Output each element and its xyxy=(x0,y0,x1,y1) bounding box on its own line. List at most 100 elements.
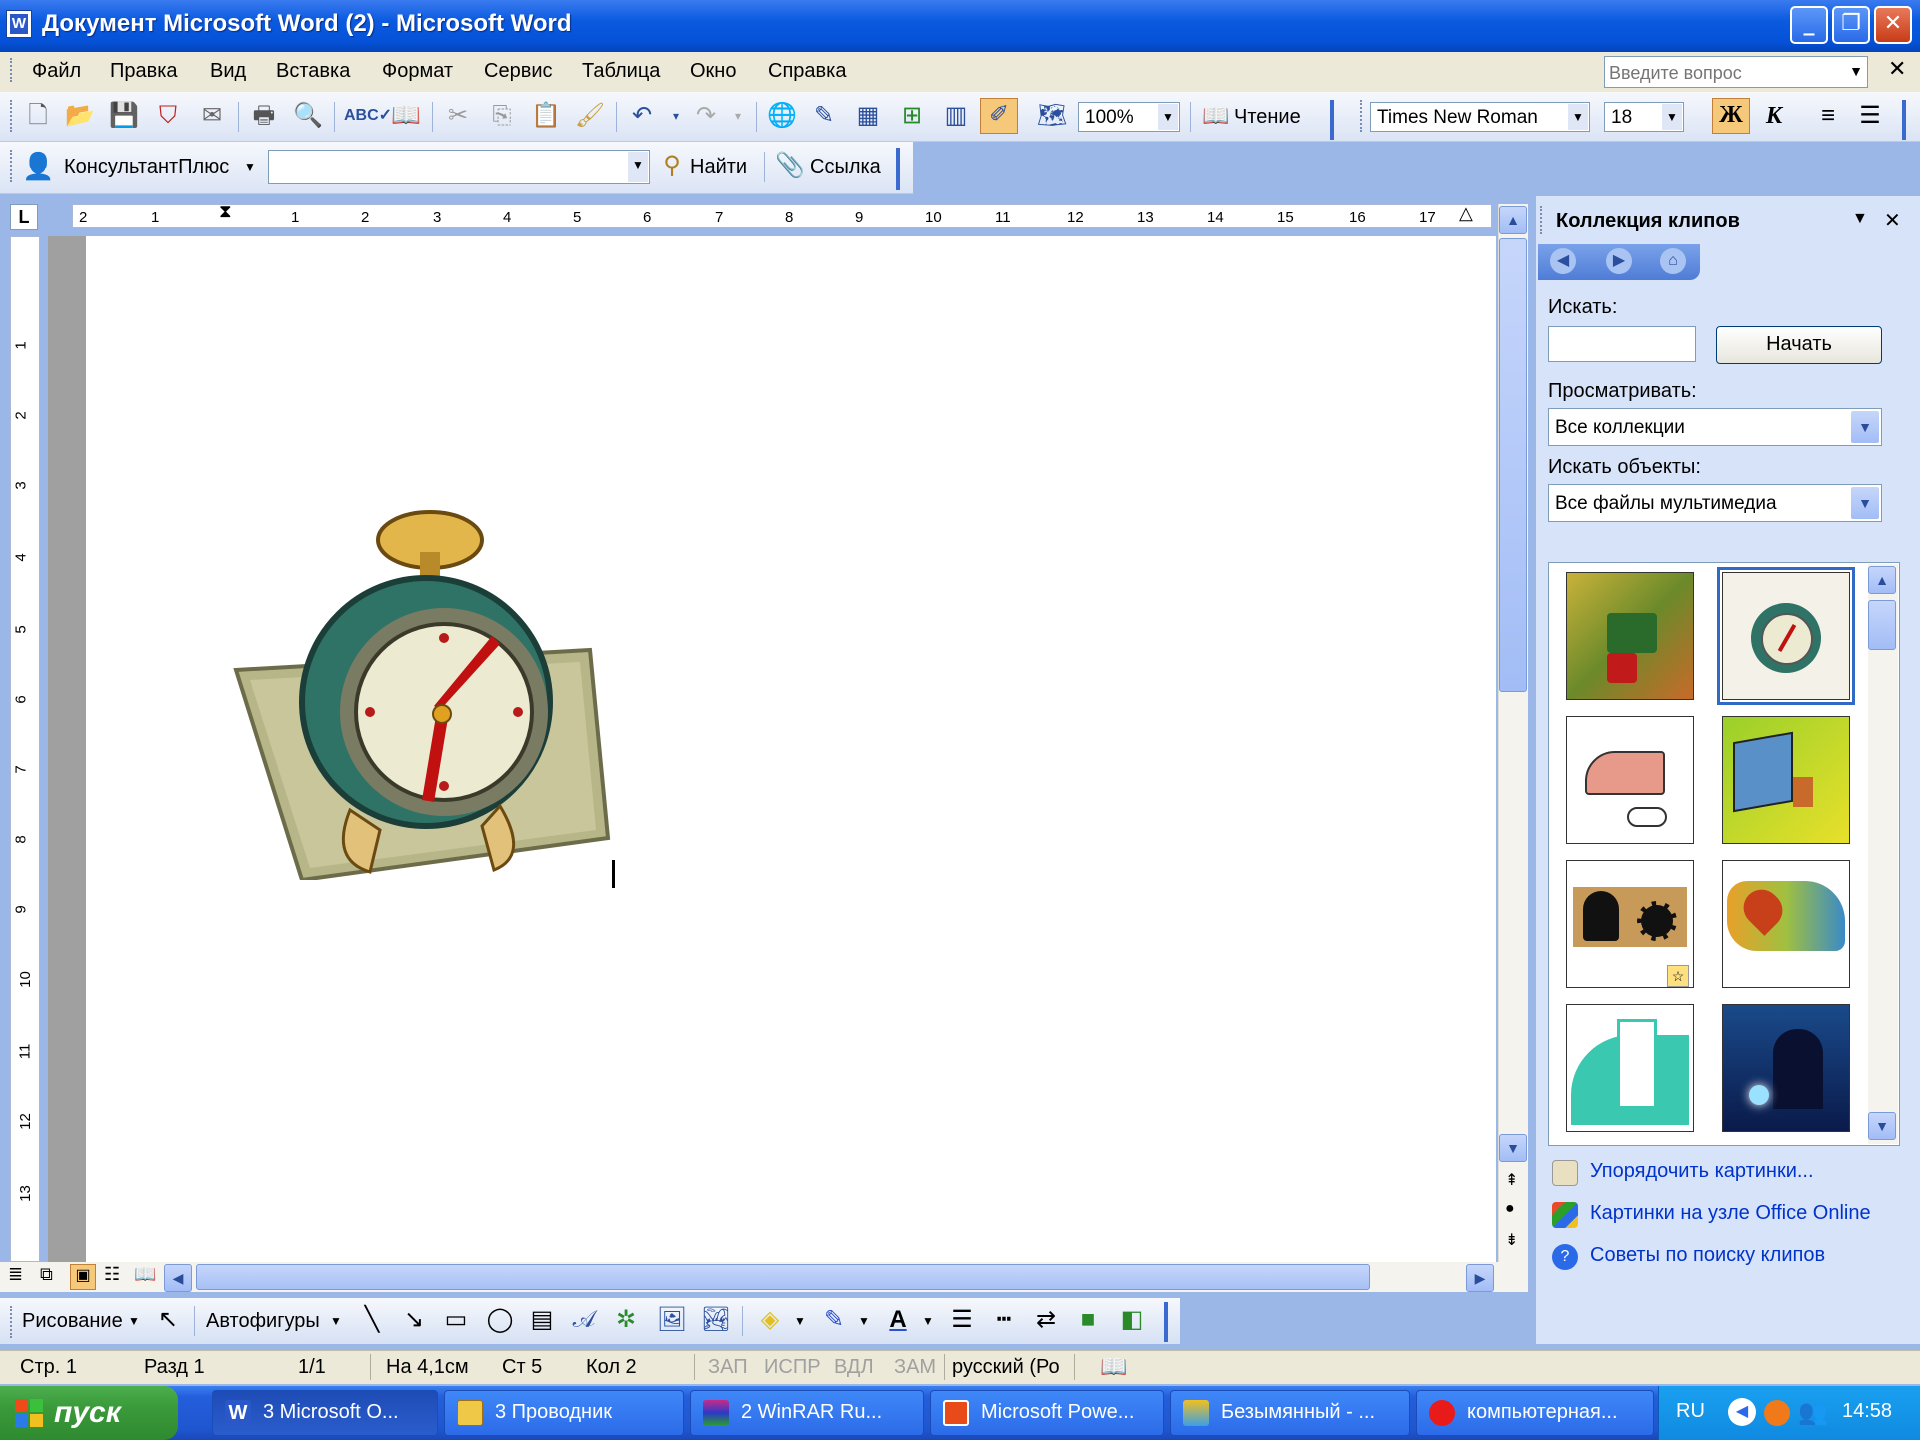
consultant-search-select[interactable]: ▼ xyxy=(268,150,650,184)
collections-select[interactable]: Все коллекции ▼ xyxy=(1548,408,1882,446)
chevron-down-icon[interactable]: ▼ xyxy=(1568,104,1588,130)
tables-borders-icon[interactable]: ✎ xyxy=(808,100,840,132)
menu-window[interactable]: Окно xyxy=(690,60,736,83)
vertical-ruler[interactable]: 1 2 3 4 5 6 7 8 9 10 11 12 13 xyxy=(10,236,40,1262)
save-icon[interactable]: 💾 xyxy=(108,100,140,132)
scroll-up-icon[interactable]: ▲ xyxy=(1499,206,1527,234)
arrow-icon[interactable]: ↘ xyxy=(398,1304,430,1336)
columns-icon[interactable]: ▥ xyxy=(940,100,972,132)
status-language[interactable]: русский (Ро xyxy=(952,1356,1060,1379)
chevron-down-icon[interactable]: ▼ xyxy=(128,1314,140,1328)
print-icon[interactable]: 🖶 xyxy=(248,100,280,132)
horizontal-ruler[interactable]: 2 1 ⧗ 1 2 3 4 5 6 7 8 9 10 11 12 13 14 1… xyxy=(72,201,1492,228)
start-search-button[interactable]: Начать xyxy=(1716,326,1882,364)
chevron-down-icon[interactable]: ▼ xyxy=(330,1314,342,1328)
clipart-result-building[interactable] xyxy=(1566,1004,1694,1132)
consultant-menu[interactable]: КонсультантПлюс xyxy=(64,156,229,179)
format-painter-icon[interactable]: 🖌 xyxy=(574,100,606,132)
undo-dropdown-icon[interactable]: ▾ xyxy=(660,100,692,132)
scroll-left-icon[interactable]: ◀ xyxy=(164,1264,192,1292)
document-page[interactable] xyxy=(86,236,1496,1262)
line-icon[interactable]: ╲ xyxy=(356,1304,388,1336)
organize-clips-label[interactable]: Упорядочить картинки... xyxy=(1590,1160,1814,1182)
horizontal-scroll-thumb[interactable] xyxy=(196,1264,1370,1290)
3d-style-icon[interactable]: ◧ xyxy=(1116,1304,1148,1336)
organize-clips-link[interactable]: Упорядочить картинки... xyxy=(1552,1160,1814,1186)
ask-question-box[interactable]: ▼ xyxy=(1604,56,1868,88)
vertical-scroll-thumb[interactable] xyxy=(1499,238,1527,692)
close-document-icon[interactable]: ✕ xyxy=(1888,56,1906,82)
zoom-select[interactable]: 100% ▼ xyxy=(1078,102,1180,132)
chevron-down-icon[interactable]: ▼ xyxy=(1662,104,1682,130)
clipart-result-iron[interactable] xyxy=(1566,716,1694,844)
media-type-select[interactable]: Все файлы мультимедиа ▼ xyxy=(1548,484,1882,522)
toolbar-options[interactable] xyxy=(1164,1302,1172,1342)
italic-button[interactable]: К xyxy=(1758,100,1790,132)
ask-question-input[interactable] xyxy=(1609,61,1833,85)
link-button[interactable]: Ссылка xyxy=(810,156,881,179)
normal-view-icon[interactable]: ≣ xyxy=(8,1264,23,1285)
font-size-select[interactable]: 18 ▼ xyxy=(1604,102,1684,132)
home-icon[interactable]: ⌂ xyxy=(1660,248,1686,274)
text-box-icon[interactable]: ▤ xyxy=(526,1304,558,1336)
line-style-icon[interactable]: ☰ xyxy=(946,1304,978,1336)
clipart-result-gears[interactable]: ☆ xyxy=(1566,860,1694,988)
justify-icon[interactable]: ☰ xyxy=(1854,100,1886,132)
clipart-result-welder[interactable] xyxy=(1722,1004,1850,1132)
fill-color-icon[interactable]: ◈ xyxy=(754,1304,786,1336)
chevron-down-icon[interactable]: ▼ xyxy=(794,1314,806,1328)
chevron-down-icon[interactable]: ▼ xyxy=(244,160,256,174)
chevron-down-icon[interactable]: ▼ xyxy=(1158,104,1178,130)
print-preview-icon[interactable]: 🔍 xyxy=(292,100,324,132)
menu-edit[interactable]: Правка xyxy=(110,60,178,83)
clipart-result-chart[interactable] xyxy=(1722,860,1850,988)
menu-format[interactable]: Формат xyxy=(382,60,453,83)
tray-expand-icon[interactable]: ◀ xyxy=(1728,1398,1756,1426)
taskbar-item-powerpoint[interactable]: Microsoft Powe... xyxy=(930,1390,1164,1436)
menu-insert[interactable]: Вставка xyxy=(276,60,350,83)
align-left-icon[interactable]: ≡ xyxy=(1812,100,1844,132)
menu-table[interactable]: Таблица xyxy=(582,60,660,83)
results-scrollbar[interactable] xyxy=(1868,564,1898,1144)
results-scroll-up-icon[interactable]: ▲ xyxy=(1868,566,1896,594)
consultant-icon[interactable]: 👤 xyxy=(22,150,54,182)
menu-view[interactable]: Вид xyxy=(210,60,246,83)
search-tips-label[interactable]: Советы по поиску клипов xyxy=(1590,1244,1825,1266)
alarm-clock-clipart[interactable] xyxy=(230,480,710,880)
cut-icon[interactable]: ✂ xyxy=(442,100,474,132)
research-icon[interactable]: 📖 xyxy=(390,100,422,132)
menu-tools[interactable]: Сервис xyxy=(484,60,553,83)
email-icon[interactable]: ✉ xyxy=(196,100,228,132)
paste-icon[interactable]: 📋 xyxy=(530,100,562,132)
chevron-down-icon[interactable]: ▼ xyxy=(1851,411,1879,443)
clipart-online-label[interactable]: Картинки на узле Office Online xyxy=(1590,1202,1871,1224)
toolbar-options[interactable] xyxy=(1902,100,1910,140)
previous-page-icon[interactable]: ⇞ xyxy=(1505,1170,1518,1190)
dash-style-icon[interactable]: ┅ xyxy=(988,1304,1020,1336)
chevron-down-icon[interactable]: ▼ xyxy=(628,152,648,182)
back-arrow-icon[interactable]: ◀ xyxy=(1550,248,1576,274)
taskbar-item-word[interactable]: W 3 Microsoft O... xyxy=(212,1390,438,1436)
taskbar-item-winrar[interactable]: 2 WinRAR Ru... xyxy=(690,1390,924,1436)
insert-table-icon[interactable]: ▦ xyxy=(852,100,884,132)
line-color-icon[interactable]: ✎ xyxy=(818,1304,850,1336)
shadow-style-icon[interactable]: ■ xyxy=(1072,1304,1104,1336)
copy-icon[interactable]: ⎘ xyxy=(486,100,518,132)
clipart-result-agriculture[interactable] xyxy=(1566,572,1694,700)
chevron-down-icon[interactable]: ▼ xyxy=(922,1314,934,1328)
find-button[interactable]: Найти xyxy=(690,156,747,179)
menu-grip[interactable] xyxy=(10,58,16,82)
word-app-icon[interactable]: W xyxy=(6,10,32,38)
clipart-search-input[interactable] xyxy=(1548,326,1696,362)
minimize-button[interactable]: _ xyxy=(1790,6,1828,44)
web-layout-icon[interactable]: ⧉ xyxy=(40,1264,53,1285)
taskbar-item-explorer[interactable]: 3 Проводник xyxy=(444,1390,684,1436)
autoshapes-menu[interactable]: Автофигуры xyxy=(206,1310,320,1333)
find-icon[interactable]: ⚲ xyxy=(656,150,688,182)
undo-icon[interactable]: ↶ xyxy=(626,100,658,132)
tray-users-icon[interactable]: 👥 xyxy=(1798,1398,1828,1427)
toolbar-options[interactable] xyxy=(1330,100,1338,140)
toolbar-grip[interactable] xyxy=(10,150,16,182)
drawing-toggle-icon[interactable]: ✐ xyxy=(980,98,1018,134)
tab-selector-icon[interactable]: L xyxy=(10,204,38,230)
